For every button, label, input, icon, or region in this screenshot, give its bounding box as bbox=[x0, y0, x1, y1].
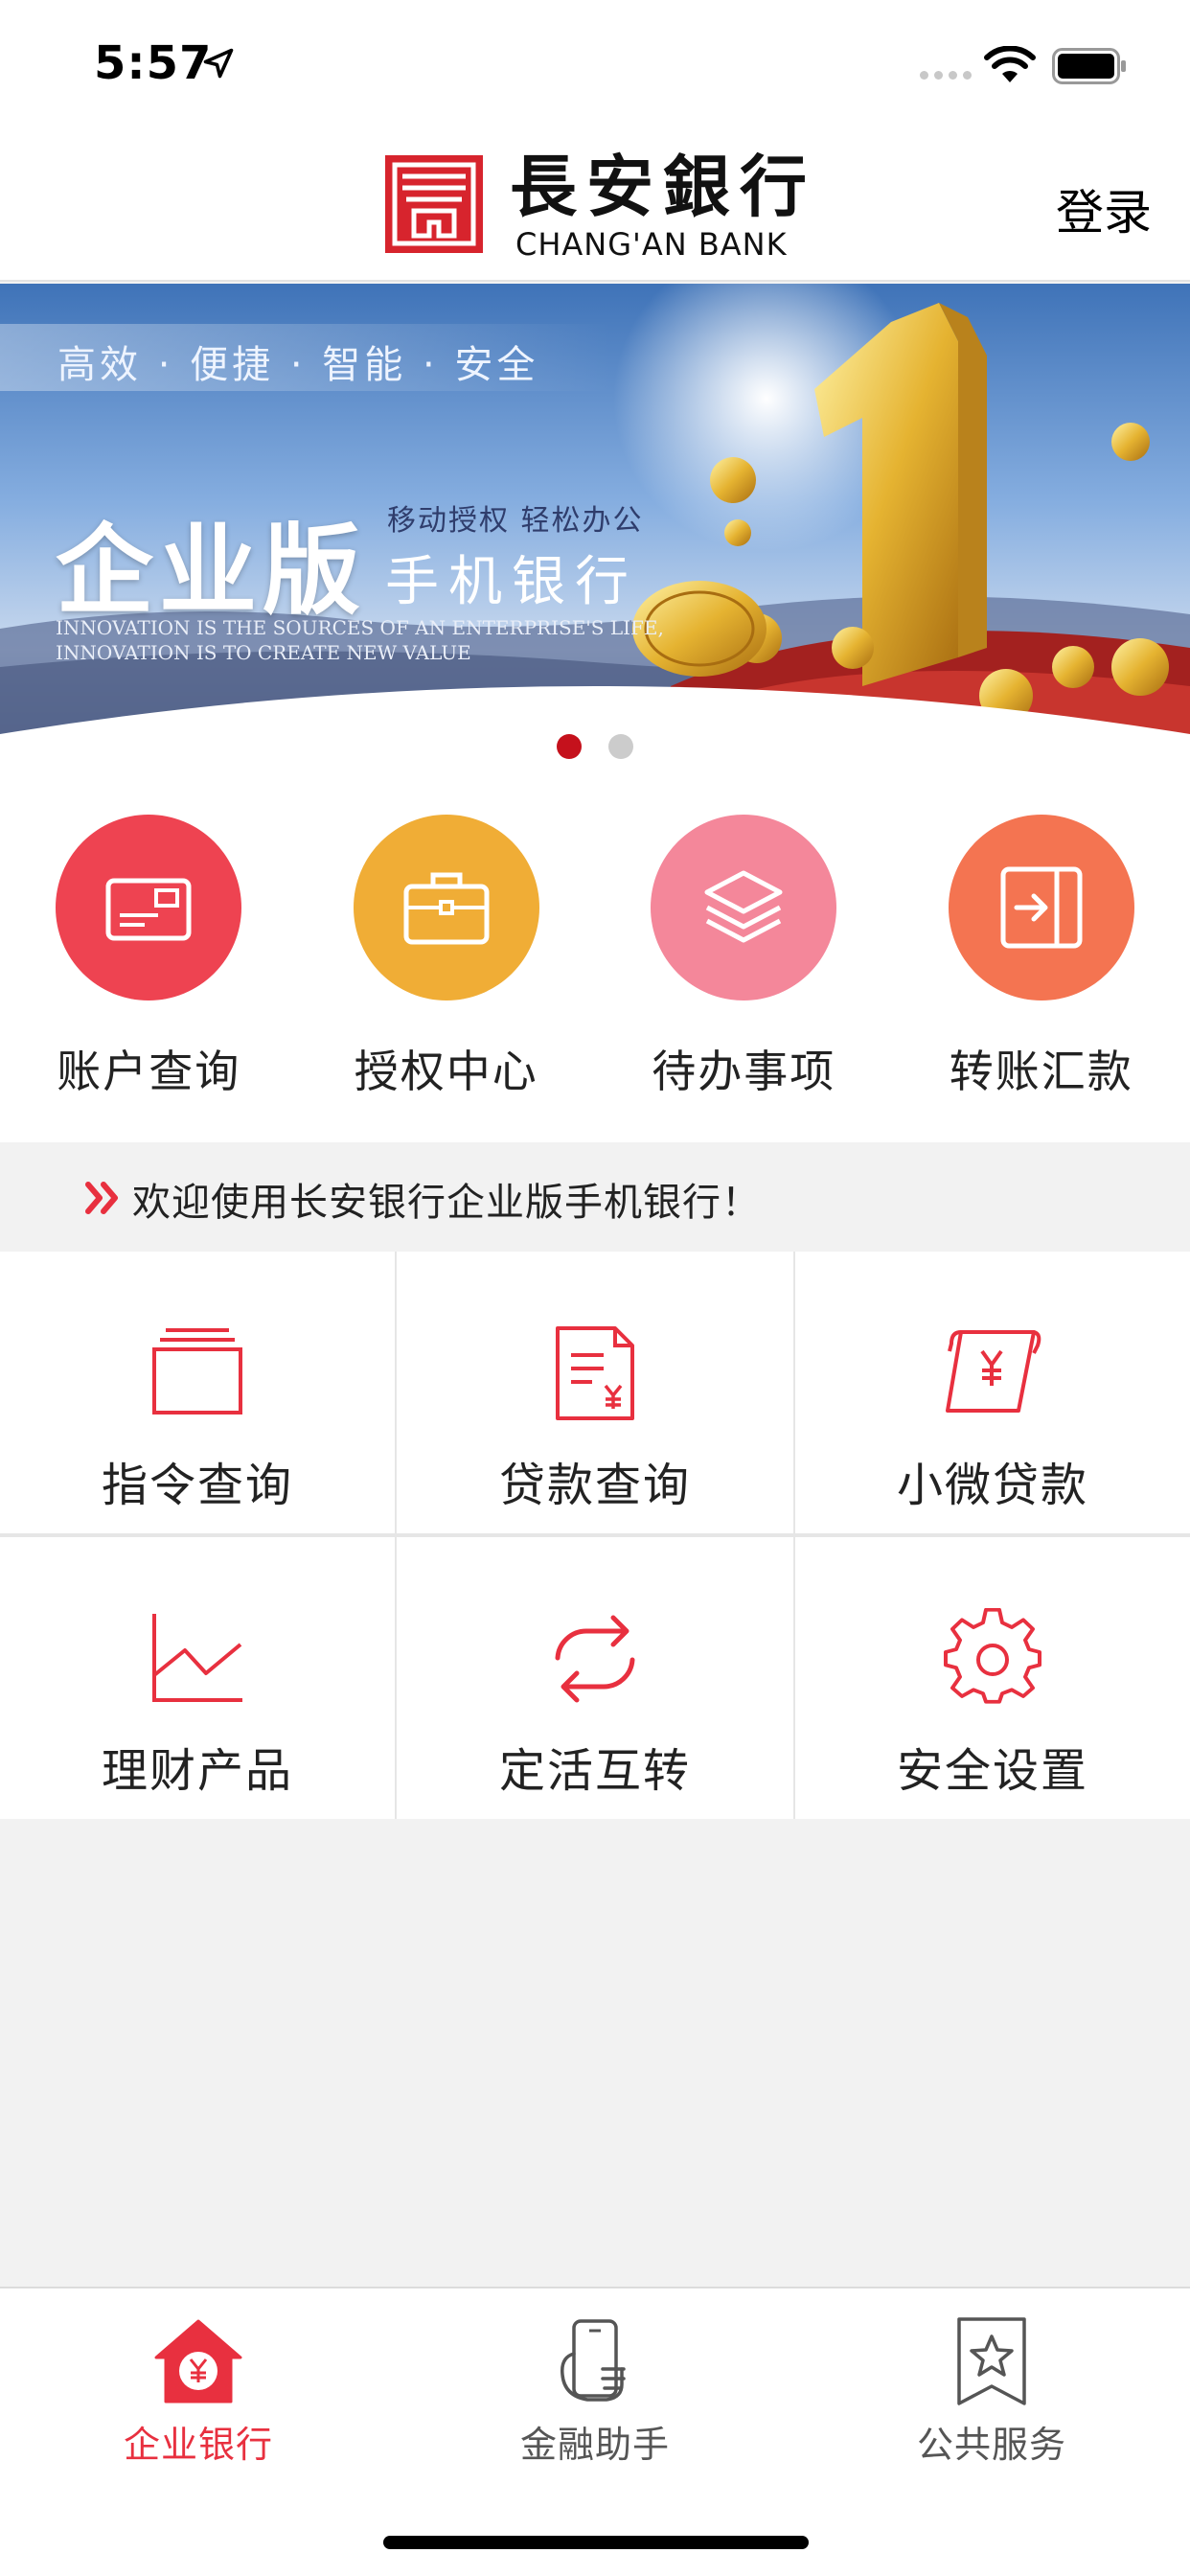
signal-dots-icon bbox=[920, 71, 972, 80]
service-label: 定活互转 bbox=[498, 1744, 691, 1798]
phone-hand-icon bbox=[561, 2319, 626, 2402]
quick-action-label: 转账汇款 bbox=[949, 1046, 1133, 1097]
quick-action-account-query[interactable]: 账户查询 bbox=[0, 772, 298, 1142]
double-chevron-right-icon bbox=[85, 1182, 118, 1214]
service-deposit-conversion[interactable]: 定活互转 bbox=[397, 1537, 793, 1819]
status-time: 5:57 bbox=[94, 36, 213, 90]
gear-icon bbox=[944, 1608, 1041, 1704]
service-label: 小微贷款 bbox=[896, 1459, 1088, 1512]
quick-action-label: 待办事项 bbox=[652, 1046, 836, 1097]
quick-action-transfer[interactable]: 转账汇款 bbox=[893, 772, 1190, 1142]
quick-action-todo[interactable]: 待办事项 bbox=[595, 772, 893, 1142]
refresh-arrows-icon bbox=[555, 1615, 635, 1703]
location-arrow-icon bbox=[203, 48, 234, 79]
tab-label: 公共服务 bbox=[916, 2424, 1066, 2466]
banner-subtitle: 手机银行 bbox=[385, 551, 638, 613]
line-chart-icon bbox=[152, 1614, 242, 1702]
service-micro-loan[interactable]: 小微贷款 bbox=[795, 1252, 1190, 1533]
transfer-icon bbox=[1000, 866, 1083, 949]
service-loan-query[interactable]: 贷款查询 bbox=[397, 1252, 793, 1533]
service-instruction-query[interactable]: 指令查询 bbox=[0, 1252, 395, 1533]
banner-slogan: 高效 · 便捷 · 智能 · 安全 bbox=[57, 343, 539, 387]
service-label: 理财产品 bbox=[101, 1744, 293, 1798]
tab-public-services[interactable]: 公共服务 bbox=[793, 2288, 1190, 2480]
service-label: 安全设置 bbox=[896, 1744, 1088, 1798]
banner-dot[interactable] bbox=[608, 734, 633, 759]
services-grid: 指令查询 贷款查询 小微贷款 理财产品 定活互转 安全设置 bbox=[0, 1252, 1190, 1819]
welcome-notice: 欢迎使用长安银行企业版手机银行！ bbox=[0, 1142, 1190, 1252]
banner-title: 企业版 bbox=[56, 515, 366, 629]
service-label: 指令查询 bbox=[101, 1459, 293, 1512]
card-icon bbox=[105, 878, 192, 941]
service-security-settings[interactable]: 安全设置 bbox=[795, 1537, 1190, 1819]
wifi-icon bbox=[984, 46, 1036, 82]
battery-icon bbox=[1052, 48, 1126, 84]
app-header: 長安銀行 CHANG'AN BANK 登录 bbox=[0, 126, 1190, 282]
notice-text: 欢迎使用长安银行企业版手机银行！ bbox=[132, 1181, 761, 1225]
folder-icon bbox=[152, 1328, 242, 1414]
bank-name-cn: 長安銀行 bbox=[510, 147, 816, 226]
quick-action-authorization[interactable]: 授权中心 bbox=[298, 772, 596, 1142]
tab-label: 金融助手 bbox=[519, 2424, 670, 2466]
tab-label: 企业银行 bbox=[123, 2424, 273, 2466]
bank-logo-icon bbox=[385, 155, 483, 253]
service-wealth-products[interactable]: 理财产品 bbox=[0, 1537, 395, 1819]
loan-document-icon bbox=[556, 1326, 634, 1420]
service-label: 贷款查询 bbox=[498, 1459, 691, 1512]
bank-name-en: CHANG'AN BANK bbox=[515, 226, 788, 263]
banner-dot-active[interactable] bbox=[557, 734, 582, 759]
promo-banner[interactable]: 高效 · 便捷 · 智能 · 安全 企业版 移动授权 轻松办公 手机银行 INN… bbox=[0, 284, 1190, 772]
status-bar: 5:57 bbox=[0, 0, 1190, 126]
tab-financial-assistant[interactable]: 金融助手 bbox=[397, 2288, 793, 2480]
login-button[interactable]: 登录 bbox=[1056, 174, 1152, 243]
banner-english-text: INNOVATION IS THE SOURCES OF AN ENTERPRI… bbox=[56, 616, 664, 664]
quick-action-label: 授权中心 bbox=[354, 1046, 538, 1097]
quick-actions: 账户查询 授权中心 待办事项 转账汇款 bbox=[0, 772, 1190, 1142]
banner-pagination bbox=[0, 734, 1190, 759]
quick-action-label: 账户查询 bbox=[57, 1046, 241, 1097]
yuan-scroll-icon bbox=[946, 1330, 1041, 1413]
home-indicator[interactable] bbox=[383, 2536, 809, 2549]
layers-icon bbox=[704, 870, 783, 943]
briefcase-icon bbox=[403, 872, 490, 945]
star-bookmark-icon bbox=[957, 2317, 1026, 2405]
banner-subtitle-small: 移动授权 轻松办公 bbox=[387, 504, 644, 538]
house-yuan-icon bbox=[154, 2319, 242, 2404]
bottom-tab-bar: 企业银行 金融助手 公共服务 bbox=[0, 2287, 1190, 2576]
tab-enterprise-banking[interactable]: 企业银行 bbox=[0, 2288, 397, 2480]
